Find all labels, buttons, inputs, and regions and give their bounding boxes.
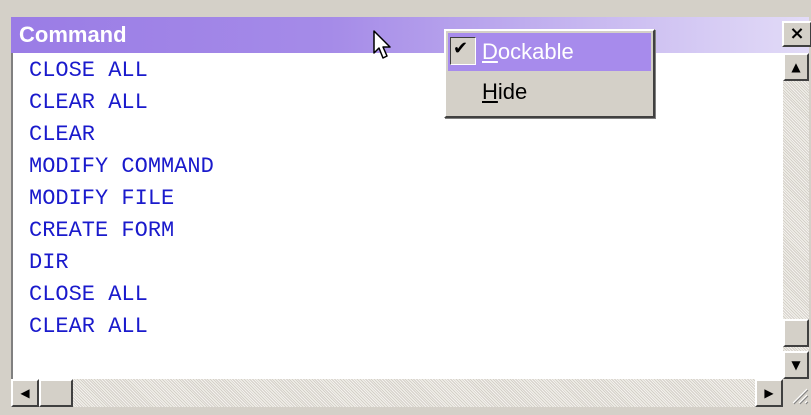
command-line[interactable]: MODIFY COMMAND [29,151,214,183]
context-menu: ✔ Dockable Hide [444,29,655,118]
command-window: Command × CLOSE ALL CLEAR ALL CLEAR MODI… [0,0,811,415]
resize-grip[interactable] [783,379,809,407]
command-history-list: CLOSE ALL CLEAR ALL CLEAR MODIFY COMMAND… [29,55,214,343]
title-bar[interactable]: Command × [11,17,811,53]
menu-item-label-rest: ockable [497,39,574,64]
horizontal-scroll-thumb[interactable] [39,379,73,407]
close-button[interactable]: × [782,21,811,47]
command-line[interactable]: CLEAR ALL [29,87,214,119]
menu-item-hotkey: D [482,39,498,64]
check-icon: ✔ [450,37,476,65]
scroll-down-button[interactable]: ▼ [783,351,809,379]
menu-item-dockable[interactable]: ✔ Dockable [448,33,651,71]
scroll-right-icon: ▶ [764,386,774,400]
command-line[interactable]: CLOSE ALL [29,55,214,87]
menu-item-label: Dockable [482,33,574,71]
command-line[interactable]: CLEAR ALL [29,311,214,343]
menu-item-label: Hide [482,73,527,111]
mouse-pointer-icon [373,30,391,59]
scroll-left-icon: ◀ [20,386,30,400]
command-line[interactable]: DIR [29,247,214,279]
command-line[interactable]: MODIFY FILE [29,183,214,215]
window-title: Command [19,22,127,47]
vertical-scrollbar[interactable]: ▲ ▼ [783,53,809,379]
vertical-scroll-thumb[interactable] [783,319,809,347]
close-icon: × [789,23,805,44]
command-line[interactable]: CLEAR [29,119,214,151]
scroll-down-icon: ▼ [791,358,801,372]
command-editor[interactable]: CLOSE ALL CLEAR ALL CLEAR MODIFY COMMAND… [11,53,783,379]
menu-item-hotkey: H [482,79,498,104]
menu-item-label-rest: ide [497,79,528,104]
menu-item-hide[interactable]: Hide [448,73,651,111]
resize-grip-icon [792,388,809,405]
scroll-up-button[interactable]: ▲ [783,53,809,81]
horizontal-scrollbar[interactable]: ◀ ▶ [11,379,783,407]
scroll-up-icon: ▲ [791,60,801,74]
command-line[interactable]: CREATE FORM [29,215,214,247]
command-line[interactable]: CLOSE ALL [29,279,214,311]
scroll-right-button[interactable]: ▶ [755,379,783,407]
scroll-left-button[interactable]: ◀ [11,379,39,407]
